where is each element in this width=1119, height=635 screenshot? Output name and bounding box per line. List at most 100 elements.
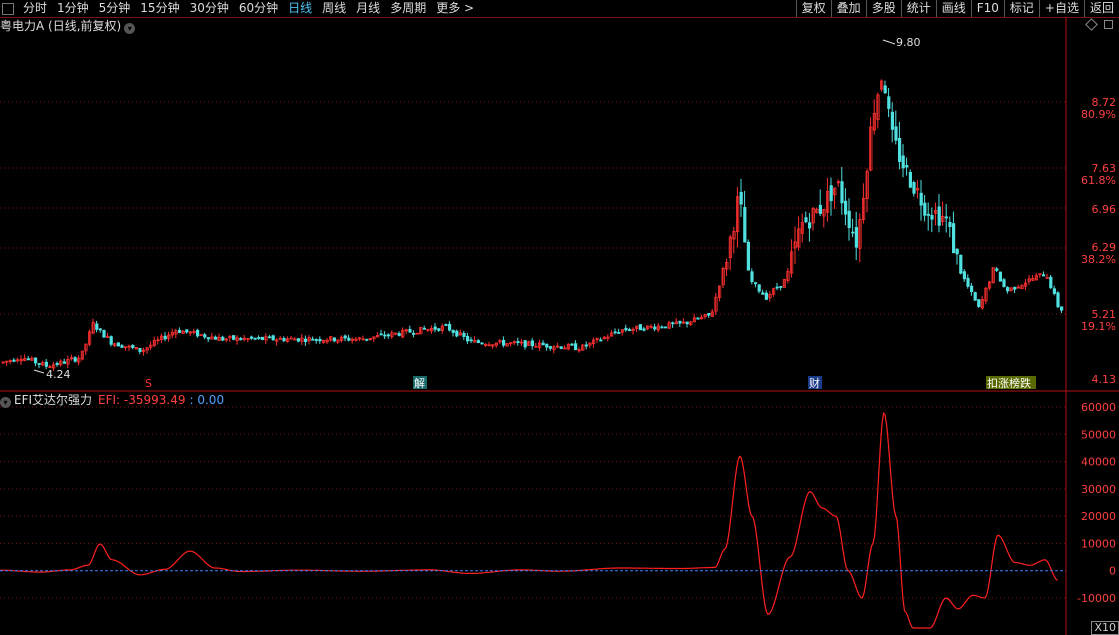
candle-body [685, 321, 689, 325]
chevron-down-icon[interactable]: ▾ [0, 397, 11, 408]
candle-body [444, 324, 448, 326]
candle-body [970, 285, 974, 292]
price-axis-pct: 19.1% [1081, 320, 1116, 333]
candle-body [746, 241, 751, 271]
candle-body [955, 248, 959, 255]
candle-body [664, 326, 668, 329]
price-axis-pct: 80.9% [1081, 108, 1116, 121]
candle-body [249, 336, 254, 339]
candle-body [523, 340, 527, 348]
candle-body [966, 277, 970, 287]
candle-body [408, 328, 412, 333]
candle-body [696, 317, 700, 320]
candle-body [739, 191, 743, 205]
candle-body [267, 336, 272, 339]
candle-body [314, 339, 319, 341]
low-pointer [33, 369, 45, 374]
efi-value: EFI: -35993.49 [98, 393, 186, 407]
candle-body [447, 323, 452, 331]
candle-body [901, 155, 905, 169]
candle-body [919, 192, 923, 206]
candlesticks [1, 39, 1064, 374]
price-axis-pct: 61.8% [1081, 174, 1116, 187]
candle-body [754, 282, 758, 285]
candle-body [624, 327, 628, 331]
candle-body [332, 337, 337, 342]
candle-body [962, 271, 967, 280]
candle-body [163, 335, 167, 340]
price-grid [0, 101, 1066, 315]
efi-axis-label: 0 [1109, 565, 1116, 578]
candle-body [854, 227, 859, 248]
candle-body [34, 357, 38, 364]
candle-body [195, 329, 200, 337]
candle-body [95, 323, 99, 330]
candle-body [764, 292, 769, 300]
candle-body [678, 320, 682, 324]
candle-body [1056, 292, 1060, 308]
candle-body [952, 223, 956, 254]
candle-body [437, 328, 441, 331]
efi-axis: 60000 50000 40000 30000 20000 10000 0 -10000 [1077, 401, 1116, 605]
candle-body [422, 327, 427, 330]
efi-line [0, 412, 1058, 629]
candle-body [844, 200, 848, 215]
low-price-label: 4.24 [46, 368, 71, 381]
candle-body [570, 343, 574, 346]
candle-body [213, 336, 218, 340]
candle-body [530, 340, 535, 347]
price-axis-label: 4.13 [1092, 373, 1117, 386]
efi-axis-label: 40000 [1081, 456, 1116, 469]
candle-body [1006, 287, 1010, 292]
candle-body [890, 111, 895, 130]
candle-body [613, 331, 617, 334]
candle-body [296, 338, 301, 342]
candle-body [231, 335, 236, 340]
candle-body [239, 338, 243, 341]
candle-body [959, 254, 963, 274]
candle-body [206, 337, 210, 340]
candle-body [818, 204, 823, 214]
candle-body [109, 336, 113, 345]
candle-body [1002, 279, 1006, 288]
candle-body [433, 326, 437, 330]
candle-body [829, 185, 833, 202]
candle-body [628, 329, 632, 332]
price-axis-pct: 38.2% [1081, 253, 1116, 266]
candle-body [462, 332, 466, 337]
candle-body [1045, 277, 1049, 279]
candle-body [383, 334, 387, 337]
candle-body [775, 286, 779, 289]
candle-body [480, 342, 484, 345]
candle-body [347, 337, 351, 341]
candle-body [1052, 288, 1056, 294]
event-marker: S [145, 377, 152, 390]
candle-body [905, 165, 909, 168]
candle-body [642, 328, 646, 331]
candle-body [12, 359, 16, 362]
candle-body [973, 292, 977, 301]
candle-body [221, 336, 225, 341]
candle-body [977, 299, 981, 307]
candle-body [660, 326, 664, 329]
candle-body [37, 363, 41, 365]
candle-body [411, 332, 416, 335]
candle-body [185, 329, 189, 333]
high-price-label: 9.80 [896, 36, 921, 49]
candle-body [343, 335, 347, 339]
candle-body [584, 344, 589, 347]
kline-chart[interactable]: 8.7280.9%7.6361.8%6.966.2938.2%5.2119.1%… [0, 0, 1119, 635]
candle-body [476, 340, 481, 343]
efi-zero-value: : 0.00 [189, 393, 225, 407]
candle-body [779, 286, 783, 288]
candle-body [62, 361, 67, 364]
candle-body [282, 338, 286, 342]
candle-body [44, 361, 49, 367]
efi-axis-label: -10000 [1077, 592, 1116, 605]
candle-body [386, 334, 391, 337]
efi-name: EFI艾达尔强力 [14, 393, 93, 407]
candle-body [926, 213, 931, 216]
candle-body [998, 271, 1003, 282]
candle-body [203, 334, 207, 338]
candle-body [465, 335, 470, 342]
